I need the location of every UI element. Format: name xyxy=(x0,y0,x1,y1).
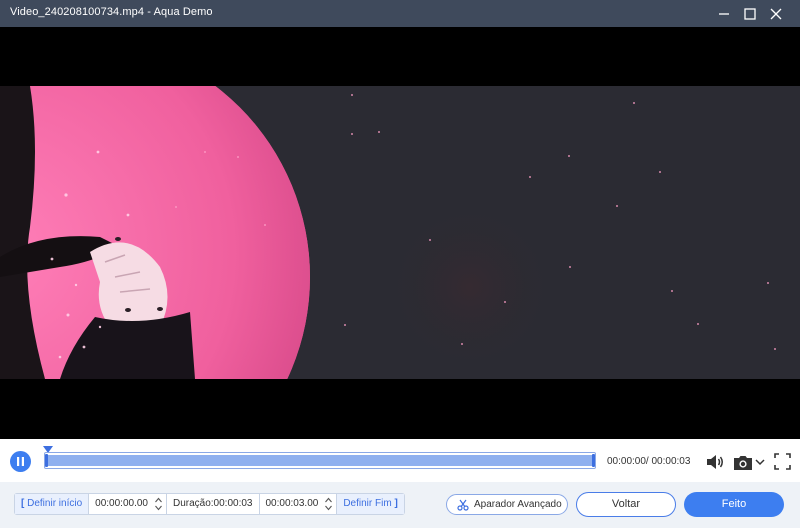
camera-icon xyxy=(734,456,752,470)
close-icon xyxy=(770,8,782,20)
video-frame xyxy=(0,27,800,439)
maximize-icon xyxy=(744,8,756,20)
advanced-trimmer-button[interactable]: Aparador Avançado xyxy=(446,494,568,515)
duration-label: Duração:00:00:03 xyxy=(172,498,253,509)
end-time-field[interactable]: 00:00:03.00 xyxy=(260,494,338,514)
window-title: Video_240208100734.mp4 - Aqua Demo xyxy=(10,6,213,18)
set-end-label: Definir Fim xyxy=(343,498,392,509)
spinner-icon xyxy=(325,497,333,511)
volume-icon xyxy=(707,455,723,469)
set-end-button[interactable]: Definir Fim ] xyxy=(337,494,404,514)
chevron-down-icon xyxy=(755,459,765,466)
time-readout: 00:00:00/ 00:00:03 xyxy=(607,456,691,467)
trim-timeline[interactable] xyxy=(44,452,596,469)
title-bar: Video_240208100734.mp4 - Aqua Demo xyxy=(0,0,800,27)
fullscreen-icon xyxy=(774,453,791,470)
done-button[interactable]: Feito xyxy=(684,492,784,517)
video-preview[interactable] xyxy=(0,27,800,439)
fullscreen-button[interactable] xyxy=(774,453,791,470)
duration-display: Duração:00:00:03 xyxy=(167,494,260,514)
trim-start-handle[interactable] xyxy=(45,454,48,467)
trim-end-handle[interactable] xyxy=(592,454,595,467)
spinner-icon xyxy=(155,497,162,511)
minimize-icon xyxy=(719,13,729,15)
start-time-value: 00:00:00.00 xyxy=(95,498,148,509)
minimize-button[interactable] xyxy=(714,4,734,24)
back-button[interactable]: Voltar xyxy=(576,492,676,517)
set-start-label: Definir início xyxy=(27,498,83,509)
pause-button[interactable] xyxy=(10,451,31,472)
snapshot-options-button[interactable] xyxy=(754,456,766,468)
snapshot-button[interactable] xyxy=(733,454,753,471)
maximize-button[interactable] xyxy=(740,4,760,24)
scissors-icon xyxy=(457,499,469,511)
advanced-trimmer-label: Aparador Avançado xyxy=(474,499,562,510)
close-button[interactable] xyxy=(766,4,786,24)
volume-button[interactable] xyxy=(705,453,725,471)
selected-range xyxy=(47,455,593,466)
end-time-value: 00:00:03.00 xyxy=(265,498,319,509)
end-time-spinner[interactable] xyxy=(323,495,334,513)
set-start-button[interactable]: [ Definir início xyxy=(15,494,90,514)
start-time-spinner[interactable] xyxy=(153,495,164,513)
trim-settings: [ Definir início 00:00:00.00 Duração:00:… xyxy=(14,493,405,515)
pause-icon xyxy=(17,457,24,466)
start-time-field[interactable]: 00:00:00.00 xyxy=(89,494,167,514)
